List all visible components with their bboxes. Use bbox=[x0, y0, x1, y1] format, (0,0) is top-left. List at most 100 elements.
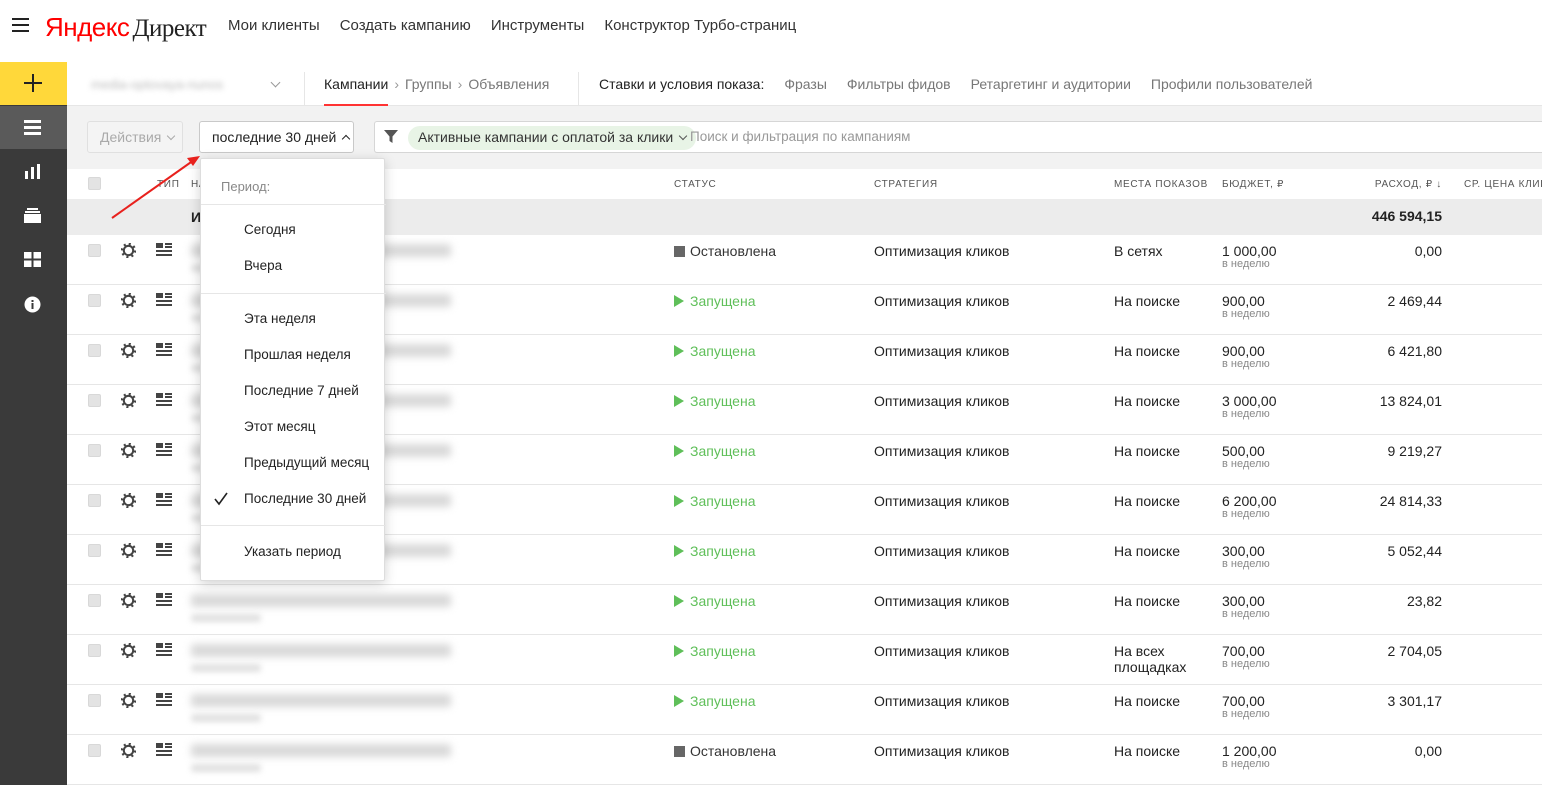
funnel-icon[interactable] bbox=[384, 130, 398, 144]
link-phrases[interactable]: Фразы bbox=[784, 76, 827, 92]
sidebar-item-info[interactable] bbox=[0, 282, 67, 325]
col-status[interactable]: СТАТУС bbox=[674, 179, 716, 190]
budget-cell[interactable]: 1 000,00 в неделю bbox=[1222, 243, 1277, 270]
nav-turbo-builder[interactable]: Конструктор Турбо-страниц bbox=[604, 17, 796, 34]
period-option-prev-month[interactable]: Предыдущий месяц bbox=[244, 455, 369, 470]
row-checkbox[interactable] bbox=[88, 694, 101, 707]
stop-icon bbox=[674, 746, 685, 757]
strategy-link[interactable]: Оптимизация кликов bbox=[874, 243, 1009, 259]
campaign-name-redacted[interactable] bbox=[191, 694, 451, 707]
gear-icon[interactable] bbox=[121, 593, 136, 608]
table-row[interactable]: Запущена Оптимизация кликов На поиске 700,0… bbox=[67, 685, 1542, 735]
period-option-this-week[interactable]: Эта неделя bbox=[244, 311, 316, 326]
budget-cell[interactable]: 900,00 в неделю bbox=[1222, 343, 1270, 370]
budget-cell[interactable]: 1 200,00 в неделю bbox=[1222, 743, 1277, 770]
sidebar-item-library[interactable] bbox=[0, 194, 67, 237]
gear-icon[interactable] bbox=[121, 243, 136, 258]
gear-icon[interactable] bbox=[121, 443, 136, 458]
search-input[interactable]: Поиск и фильтрация по кампаниям bbox=[690, 129, 910, 144]
menu-icon[interactable] bbox=[12, 18, 29, 32]
budget-period: в неделю bbox=[1222, 708, 1270, 720]
strategy-link[interactable]: Оптимизация кликов bbox=[874, 293, 1009, 309]
col-avg-cpc[interactable]: СР. ЦЕНА КЛИКА bbox=[1464, 179, 1542, 190]
status-badge: Запущена bbox=[674, 693, 756, 709]
actions-button[interactable]: Действия bbox=[87, 121, 183, 153]
strategy-link[interactable]: Оптимизация кликов bbox=[874, 393, 1009, 409]
period-option-today[interactable]: Сегодня bbox=[244, 222, 296, 237]
logo[interactable]: Яндекс Директ bbox=[45, 12, 207, 43]
col-strategy[interactable]: СТРАТЕГИЯ bbox=[874, 179, 938, 190]
budget-cell[interactable]: 300,00 в неделю bbox=[1222, 593, 1270, 620]
gear-icon[interactable] bbox=[121, 743, 136, 758]
period-option-custom[interactable]: Указать период bbox=[244, 544, 341, 559]
link-user-profiles[interactable]: Профили пользователей bbox=[1151, 76, 1313, 92]
period-option-last-7-days[interactable]: Последние 7 дней bbox=[244, 383, 359, 398]
gear-icon[interactable] bbox=[121, 293, 136, 308]
gear-icon[interactable] bbox=[121, 343, 136, 358]
row-checkbox[interactable] bbox=[88, 644, 101, 657]
strategy-link[interactable]: Оптимизация кликов bbox=[874, 443, 1009, 459]
select-all-checkbox[interactable] bbox=[88, 177, 101, 190]
strategy-link[interactable]: Оптимизация кликов bbox=[874, 343, 1009, 359]
strategy-link[interactable]: Оптимизация кликов bbox=[874, 643, 1009, 659]
table-row[interactable]: Запущена Оптимизация кликов На всех площад… bbox=[67, 635, 1542, 685]
budget-cell[interactable]: 700,00 в неделю bbox=[1222, 643, 1270, 670]
period-button[interactable]: последние 30 дней bbox=[199, 121, 354, 153]
row-checkbox[interactable] bbox=[88, 594, 101, 607]
nav-tools[interactable]: Инструменты bbox=[491, 17, 585, 34]
sidebar-item-campaigns[interactable] bbox=[0, 106, 67, 149]
campaign-name-redacted[interactable] bbox=[191, 644, 451, 657]
crumb-campaigns[interactable]: Кампании bbox=[324, 76, 389, 106]
row-checkbox[interactable] bbox=[88, 344, 101, 357]
link-retargeting[interactable]: Ретаргетинг и аудитории bbox=[971, 76, 1131, 92]
campaign-name-redacted[interactable] bbox=[191, 594, 451, 607]
sidebar-item-stats[interactable] bbox=[0, 150, 67, 193]
budget-cell[interactable]: 900,00 в неделю bbox=[1222, 293, 1270, 320]
gear-icon[interactable] bbox=[121, 543, 136, 558]
row-checkbox[interactable] bbox=[88, 744, 101, 757]
campaign-name-redacted[interactable] bbox=[191, 744, 451, 757]
nav-create-campaign[interactable]: Создать кампанию bbox=[340, 17, 471, 34]
period-option-yesterday[interactable]: Вчера bbox=[244, 258, 282, 273]
text-campaign-icon bbox=[156, 493, 172, 506]
sidebar-item-apps[interactable] bbox=[0, 238, 67, 281]
crumb-groups[interactable]: Группы bbox=[405, 76, 452, 92]
row-checkbox[interactable] bbox=[88, 444, 101, 457]
nav-my-clients[interactable]: Мои клиенты bbox=[228, 17, 320, 34]
strategy-link[interactable]: Оптимизация кликов bbox=[874, 693, 1009, 709]
budget-cell[interactable]: 300,00 в неделю bbox=[1222, 543, 1270, 570]
gear-icon[interactable] bbox=[121, 393, 136, 408]
row-checkbox[interactable] bbox=[88, 394, 101, 407]
row-checkbox[interactable] bbox=[88, 244, 101, 257]
table-row[interactable]: Запущена Оптимизация кликов На поиске 300,0… bbox=[67, 585, 1542, 635]
strategy-link[interactable]: Оптимизация кликов bbox=[874, 543, 1009, 559]
budget-cell[interactable]: 6 200,00 в неделю bbox=[1222, 493, 1277, 520]
crumb-ads[interactable]: Объявления bbox=[468, 76, 549, 92]
col-budget[interactable]: БЮДЖЕТ, ₽ bbox=[1222, 179, 1284, 190]
row-checkbox[interactable] bbox=[88, 494, 101, 507]
strategy-link[interactable]: Оптимизация кликов bbox=[874, 593, 1009, 609]
link-feed-filters[interactable]: Фильтры фидов bbox=[847, 76, 951, 92]
table-row[interactable]: Остановлена Оптимизация кликов На поиске 1 … bbox=[67, 735, 1542, 785]
budget-cell[interactable]: 700,00 в неделю bbox=[1222, 693, 1270, 720]
budget-cell[interactable]: 3 000,00 в неделю bbox=[1222, 393, 1277, 420]
status-badge: Запущена bbox=[674, 343, 756, 359]
gear-icon[interactable] bbox=[121, 493, 136, 508]
row-checkbox[interactable] bbox=[88, 294, 101, 307]
gear-icon[interactable] bbox=[121, 643, 136, 658]
col-spend[interactable]: РАСХОД, ₽ ↓ bbox=[1375, 179, 1442, 190]
col-places[interactable]: МЕСТА ПОКАЗОВ bbox=[1114, 179, 1208, 190]
period-option-last-30-days[interactable]: Последние 30 дней bbox=[244, 491, 366, 506]
filter-chip[interactable]: Активные кампании с оплатой за клики bbox=[408, 126, 697, 150]
period-option-last-week[interactable]: Прошлая неделя bbox=[244, 347, 351, 362]
period-option-this-month[interactable]: Этот месяц bbox=[244, 419, 315, 434]
strategy-link[interactable]: Оптимизация кликов bbox=[874, 743, 1009, 759]
strategy-link[interactable]: Оптимизация кликов bbox=[874, 493, 1009, 509]
filter-bar[interactable]: Активные кампании с оплатой за клики Пои… bbox=[374, 121, 1542, 153]
budget-cell[interactable]: 500,00 в неделю bbox=[1222, 443, 1270, 470]
add-icon[interactable] bbox=[0, 62, 67, 105]
account-selector[interactable]: media-optovaya-nunos bbox=[91, 77, 281, 92]
gear-icon[interactable] bbox=[121, 693, 136, 708]
budget-period: в неделю bbox=[1222, 558, 1270, 570]
row-checkbox[interactable] bbox=[88, 544, 101, 557]
